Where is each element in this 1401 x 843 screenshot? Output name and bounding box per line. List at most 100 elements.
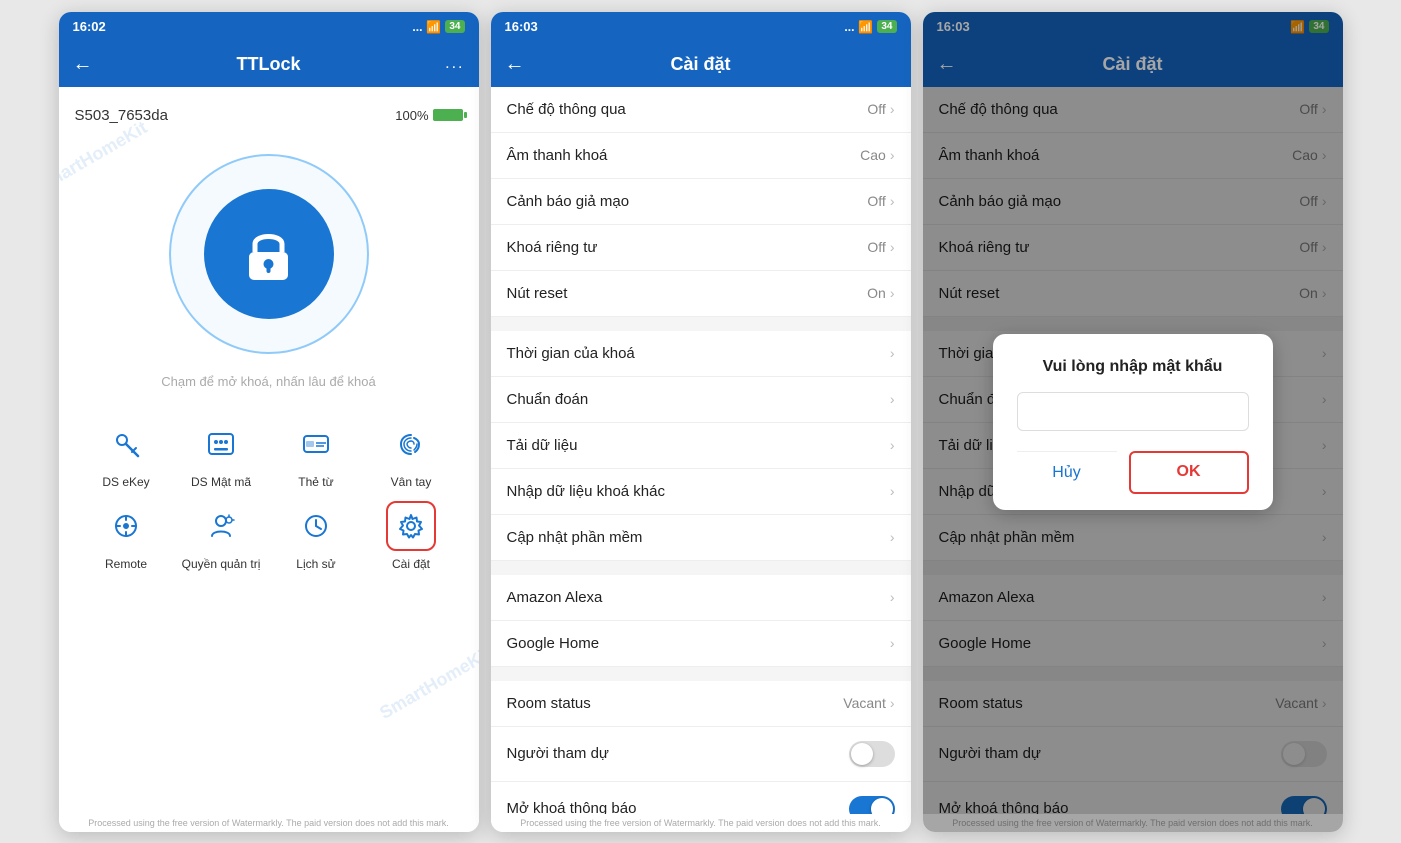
- battery-indicator: 100%: [395, 108, 462, 123]
- menu-item-vantay[interactable]: Vân tay: [370, 419, 453, 489]
- toggle-nguoi-tham[interactable]: [849, 741, 895, 767]
- menu-item-remote[interactable]: Remote: [85, 501, 168, 571]
- settings-item-canh-bao[interactable]: Cảnh báo giả mạo Off ›: [491, 179, 911, 225]
- ekey-icon: [101, 419, 151, 469]
- header-title-2: Cài đặt: [670, 54, 730, 75]
- watermark-1a: SmartHomeKit: [59, 117, 151, 198]
- remote-icon: [101, 501, 151, 551]
- chevron-icon: ›: [890, 239, 895, 255]
- settings-item-cap-nhat[interactable]: Cập nhật phần mềm ›: [491, 515, 911, 561]
- more-options-1[interactable]: ...: [445, 55, 464, 73]
- dialog-title: Vui lòng nhập mật khẩu: [1043, 358, 1223, 376]
- menu-grid: DS eKey DS Mật mã: [75, 419, 463, 571]
- device-name: S503_7653da: [75, 107, 168, 124]
- signal-dots-2: ...: [844, 20, 854, 34]
- signal-dots-1: ...: [412, 20, 422, 34]
- lock-icon: [241, 224, 296, 284]
- header-1: ← TTLock ...: [59, 42, 479, 87]
- toggle-knob: [871, 798, 893, 814]
- settings-item-nhap-du-lieu[interactable]: Nhập dữ liệu khoá khác ›: [491, 469, 911, 515]
- menu-item-matma[interactable]: DS Mật mã: [180, 419, 263, 489]
- chevron-icon: ›: [890, 589, 895, 605]
- chevron-icon: ›: [890, 285, 895, 301]
- matma-icon: [196, 419, 246, 469]
- settings-item-nut-reset[interactable]: Nút reset On ›: [491, 271, 911, 317]
- caidat-icon: [386, 501, 436, 551]
- back-button-1[interactable]: ←: [73, 53, 93, 76]
- chevron-icon: ›: [890, 345, 895, 361]
- chevron-icon: ›: [890, 101, 895, 117]
- status-bar-2: 16:03 ... 📶 34: [491, 12, 911, 42]
- quyen-icon: [196, 501, 246, 551]
- settings-item-mo-khoa[interactable]: Mở khoá thông báo: [491, 782, 911, 814]
- screen2: 16:03 ... 📶 34 ← Cài đặt Chế độ thông qu…: [491, 12, 911, 832]
- wifi-icon-1: 📶: [426, 20, 441, 34]
- remote-label: Remote: [105, 557, 147, 571]
- thetu-label: Thẻ từ: [298, 475, 333, 489]
- time-1: 16:02: [73, 19, 106, 34]
- chevron-icon: ›: [890, 529, 895, 545]
- menu-item-ekey[interactable]: DS eKey: [85, 419, 168, 489]
- settings-item-che-do[interactable]: Chế độ thông qua Off ›: [491, 87, 911, 133]
- cancel-button[interactable]: Hủy: [1017, 451, 1117, 494]
- settings-list-2: Chế độ thông qua Off › Âm thanh khoá Cao…: [491, 87, 911, 814]
- caidat-label: Cài đặt: [392, 557, 430, 571]
- settings-item-chuan-doan[interactable]: Chuẩn đoán ›: [491, 377, 911, 423]
- settings-item-am-thanh[interactable]: Âm thanh khoá Cao ›: [491, 133, 911, 179]
- header-title-1: TTLock: [236, 54, 300, 75]
- gap-2: [491, 561, 911, 575]
- settings-item-tai-du-lieu[interactable]: Tải dữ liệu ›: [491, 423, 911, 469]
- vantay-label: Vân tay: [391, 475, 432, 489]
- battery-badge-1: 34: [445, 20, 464, 33]
- status-bar-1: 16:02 ... 📶 34: [59, 12, 479, 42]
- time-2: 16:03: [505, 19, 538, 34]
- back-button-2[interactable]: ←: [505, 53, 525, 76]
- device-row: S503_7653da 100%: [75, 107, 463, 124]
- vantay-icon: [386, 419, 436, 469]
- ok-button[interactable]: OK: [1129, 451, 1249, 494]
- settings-item-khoa-rieng[interactable]: Khoá riêng tư Off ›: [491, 225, 911, 271]
- dialog-overlay: Vui lòng nhập mật khẩu Hủy OK: [923, 12, 1343, 832]
- screen1-content: SmartHomeKit SmartHomeKit S503_7653da 10…: [59, 87, 479, 814]
- lock-circle-inner[interactable]: [204, 189, 334, 319]
- status-right-2: ... 📶 34: [844, 20, 896, 34]
- watermark-1b: SmartHomeKit: [377, 643, 479, 724]
- chevron-icon: ›: [890, 695, 895, 711]
- gap-3: [491, 667, 911, 681]
- gap-1: [491, 317, 911, 331]
- dialog-box: Vui lòng nhập mật khẩu Hủy OK: [993, 334, 1273, 510]
- settings-item-room[interactable]: Room status Vacant ›: [491, 681, 911, 727]
- settings-group-1: Chế độ thông qua Off › Âm thanh khoá Cao…: [491, 87, 911, 317]
- menu-item-caidat[interactable]: Cài đặt: [370, 501, 453, 571]
- battery-percent: 100%: [395, 108, 428, 123]
- menu-item-thetu[interactable]: Thẻ từ: [275, 419, 358, 489]
- menu-item-lichsu[interactable]: Lịch sử: [275, 501, 358, 571]
- settings-item-thoi-gian[interactable]: Thời gian của khoá ›: [491, 331, 911, 377]
- chevron-icon: ›: [890, 147, 895, 163]
- settings-item-google[interactable]: Google Home ›: [491, 621, 911, 667]
- wifi-icon-2: 📶: [858, 20, 873, 34]
- footer-2: Processed using the free version of Wate…: [491, 814, 911, 832]
- chevron-icon: ›: [890, 635, 895, 651]
- status-right-1: ... 📶 34: [412, 20, 464, 34]
- settings-item-nguoi-tham[interactable]: Người tham dự: [491, 727, 911, 782]
- chevron-icon: ›: [890, 437, 895, 453]
- toggle-mo-khoa[interactable]: [849, 796, 895, 814]
- settings-item-alexa[interactable]: Amazon Alexa ›: [491, 575, 911, 621]
- lichsu-icon: [291, 501, 341, 551]
- lichsu-label: Lịch sử: [296, 557, 335, 571]
- settings-group-2: Thời gian của khoá › Chuẩn đoán › Tải dữ…: [491, 331, 911, 561]
- settings-group-3: Amazon Alexa › Google Home ›: [491, 575, 911, 667]
- toggle-knob: [851, 743, 873, 765]
- screen1: 16:02 ... 📶 34 ← TTLock ... SmartHomeKit…: [59, 12, 479, 832]
- lock-circle-outer[interactable]: [169, 154, 369, 354]
- settings-group-4: Room status Vacant › Người tham dự Mở kh…: [491, 681, 911, 814]
- matma-label: DS Mật mã: [191, 475, 251, 489]
- menu-item-quyen[interactable]: Quyền quản trị: [180, 501, 263, 571]
- battery-badge-2: 34: [877, 20, 896, 33]
- password-input[interactable]: [1017, 392, 1249, 431]
- chevron-icon: ›: [890, 483, 895, 499]
- screen3: 16:03 📶 34 ← Cài đặt Chế độ thông qua Of…: [923, 12, 1343, 832]
- chevron-icon: ›: [890, 193, 895, 209]
- ekey-label: DS eKey: [102, 475, 149, 489]
